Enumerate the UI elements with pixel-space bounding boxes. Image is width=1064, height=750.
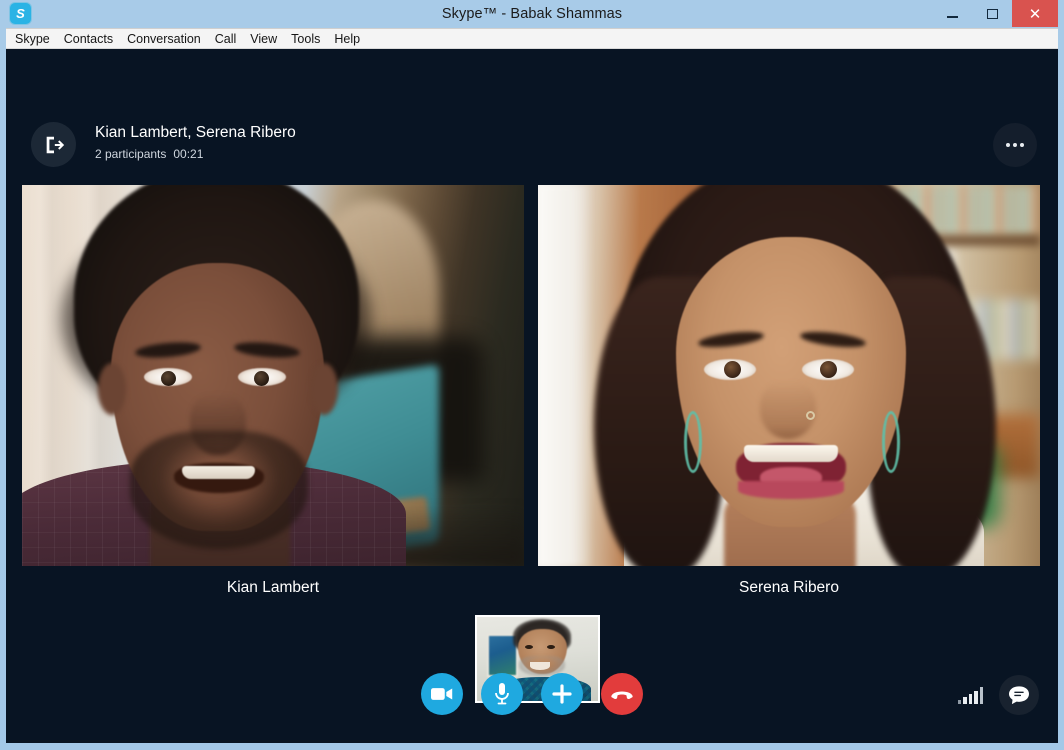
more-options-icon (1006, 143, 1010, 147)
call-status-icons (957, 673, 1039, 717)
menu-item-help[interactable]: Help (334, 29, 368, 49)
menu-item-view[interactable]: View (250, 29, 285, 49)
person-pupil-left (724, 361, 741, 378)
person-nose (760, 381, 816, 439)
person-ear-right (310, 363, 338, 415)
person-earring-left (684, 411, 702, 473)
signal-bar (963, 697, 967, 704)
minimize-button[interactable] (932, 0, 972, 27)
signal-bar (974, 691, 978, 704)
leave-call-button[interactable] (31, 122, 76, 167)
menu-bar: Skype Contacts Conversation Call View To… (6, 28, 1058, 49)
maximize-button[interactable] (972, 0, 1012, 27)
end-call-button[interactable] (601, 673, 643, 715)
person-pupil-left (161, 371, 176, 386)
skype-window: S Skype™ - Babak Shammas ✕ Skype Contact… (0, 0, 1064, 750)
person-nose-ring (806, 411, 815, 420)
call-area: Kian Lambert, Serena Ribero 2 participan… (6, 49, 1058, 743)
menu-item-contacts[interactable]: Contacts (64, 29, 121, 49)
signal-bar (957, 700, 961, 704)
more-options-icon (1020, 143, 1024, 147)
window-title: Skype™ - Babak Shammas (441, 6, 623, 22)
participants-count: 2 participants (95, 147, 167, 161)
menu-item-call[interactable]: Call (215, 29, 245, 49)
self-view-eye-right (547, 644, 556, 649)
more-options-icon (1013, 143, 1017, 147)
video-camera-icon (431, 688, 453, 700)
video-grid (22, 185, 1040, 566)
title-bar: S Skype™ - Babak Shammas ✕ (6, 0, 1058, 28)
signal-bar (979, 687, 983, 704)
self-view-eye-left (525, 644, 534, 649)
person-pupil-right (254, 371, 269, 386)
self-view-smile (530, 661, 551, 670)
call-header-texts: Kian Lambert, Serena Ribero 2 participan… (95, 123, 296, 162)
call-controls-bar (6, 673, 1058, 725)
plus-icon (552, 684, 572, 704)
person-earring-right (882, 411, 900, 473)
signal-bar (968, 694, 972, 704)
leave-call-icon (46, 136, 64, 153)
chat-toggle-button[interactable] (999, 675, 1039, 715)
call-title: Kian Lambert, Serena Ribero (95, 124, 296, 141)
person-ear-left (98, 363, 126, 415)
close-button[interactable]: ✕ (1012, 0, 1058, 27)
signal-strength-icon[interactable] (957, 686, 983, 704)
minimize-icon (946, 16, 958, 18)
call-controls-group (421, 673, 643, 715)
person-teeth (744, 445, 838, 462)
participant-name-label: Serena Ribero (739, 579, 839, 596)
chat-bubble-icon (1009, 686, 1029, 705)
call-duration: 00:21 (173, 147, 204, 161)
more-options-button[interactable] (993, 123, 1037, 167)
person-lower-lip (738, 481, 844, 499)
call-header: Kian Lambert, Serena Ribero 2 participan… (6, 49, 1058, 167)
add-participant-button[interactable] (541, 673, 583, 715)
participant-name-label: Kian Lambert (226, 579, 320, 596)
participant-names: Kian Lambert Serena Ribero (22, 577, 1040, 599)
video-tile-kian-lambert[interactable] (22, 185, 524, 566)
maximize-icon (986, 8, 998, 19)
background-wall (538, 185, 594, 566)
video-tile-serena-ribero[interactable] (538, 185, 1040, 566)
microphone-icon (495, 683, 509, 705)
menu-item-tools[interactable]: Tools (291, 29, 328, 49)
video-toggle-button[interactable] (421, 673, 463, 715)
menu-item-skype[interactable]: Skype (15, 29, 58, 49)
menu-item-conversation[interactable]: Conversation (127, 29, 209, 49)
person-teeth (182, 466, 255, 479)
window-controls: ✕ (932, 0, 1058, 28)
person-pupil-right (820, 361, 837, 378)
call-subinfo: 2 participants 00:21 (95, 147, 296, 162)
microphone-toggle-button[interactable] (481, 673, 523, 715)
hang-up-icon (611, 691, 633, 700)
